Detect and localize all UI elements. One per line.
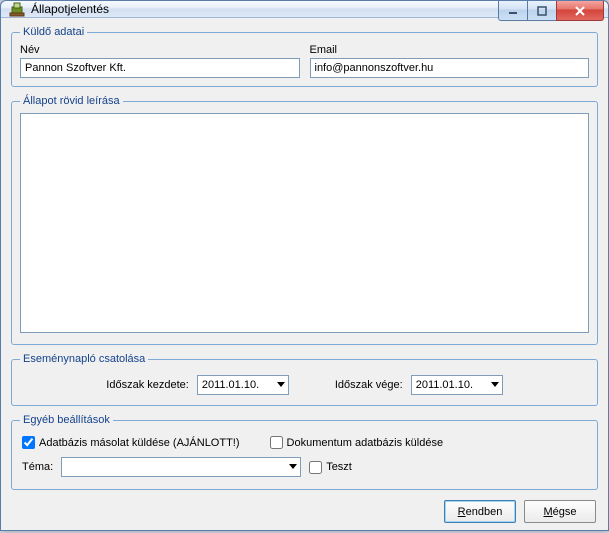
dialog-window: Állapotjelentés Küldő adatai Név (0, 0, 609, 531)
db-copy-checkbox[interactable] (22, 436, 35, 449)
email-label: Email (310, 44, 590, 56)
test-checkbox[interactable] (309, 461, 322, 474)
doc-db-checkbox[interactable] (270, 436, 283, 449)
theme-label: Téma: (22, 461, 53, 473)
description-textarea[interactable] (20, 113, 589, 333)
maximize-icon (537, 6, 547, 16)
theme-input[interactable] (61, 457, 301, 477)
test-text: Teszt (326, 461, 352, 473)
db-copy-text: Adatbázis másolat küldése (AJÁNLOTT!) (39, 437, 240, 449)
title-bar[interactable]: Állapotjelentés (1, 1, 608, 18)
name-input[interactable] (20, 58, 300, 78)
dialog-footer: Rendben Mégse (11, 496, 598, 525)
name-label: Név (20, 44, 300, 56)
period-start-label: Időszak kezdete: (106, 379, 189, 391)
minimize-icon (508, 6, 518, 16)
sender-legend: Küldő adatai (20, 26, 87, 38)
test-checkbox-label[interactable]: Teszt (309, 461, 352, 474)
description-legend: Állapot rövid leírása (20, 95, 123, 107)
period-start-picker[interactable] (197, 375, 289, 395)
period-start-input[interactable] (197, 375, 289, 395)
doc-db-text: Dokumentum adatbázis küldése (287, 437, 444, 449)
db-copy-checkbox-label[interactable]: Adatbázis másolat küldése (AJÁNLOTT!) (22, 436, 240, 449)
sender-group: Küldő adatai Név Email (11, 26, 598, 87)
close-icon (574, 6, 586, 16)
window-title: Állapotjelentés (31, 2, 109, 16)
window-buttons (499, 1, 604, 21)
eventlog-group: Eseménynapló csatolása Időszak kezdete: … (11, 353, 598, 406)
ok-button[interactable]: Rendben (444, 500, 516, 523)
other-settings-group: Egyéb beállítások Adatbázis másolat küld… (11, 414, 598, 490)
cancel-button[interactable]: Mégse (524, 500, 596, 523)
period-end-input[interactable] (411, 375, 503, 395)
period-end-label: Időszak vége: (335, 379, 403, 391)
dialog-body: Küldő adatai Név Email Állapot rövid leí… (1, 18, 608, 533)
period-end-picker[interactable] (411, 375, 503, 395)
maximize-button[interactable] (527, 1, 557, 21)
theme-combo[interactable] (61, 457, 301, 477)
doc-db-checkbox-label[interactable]: Dokumentum adatbázis küldése (270, 436, 444, 449)
eventlog-legend: Eseménynapló csatolása (20, 353, 148, 365)
other-settings-legend: Egyéb beállítások (20, 414, 113, 426)
close-button[interactable] (556, 1, 604, 21)
email-input[interactable] (310, 58, 590, 78)
minimize-button[interactable] (498, 1, 528, 21)
app-icon (9, 1, 25, 17)
description-group: Állapot rövid leírása (11, 95, 598, 345)
